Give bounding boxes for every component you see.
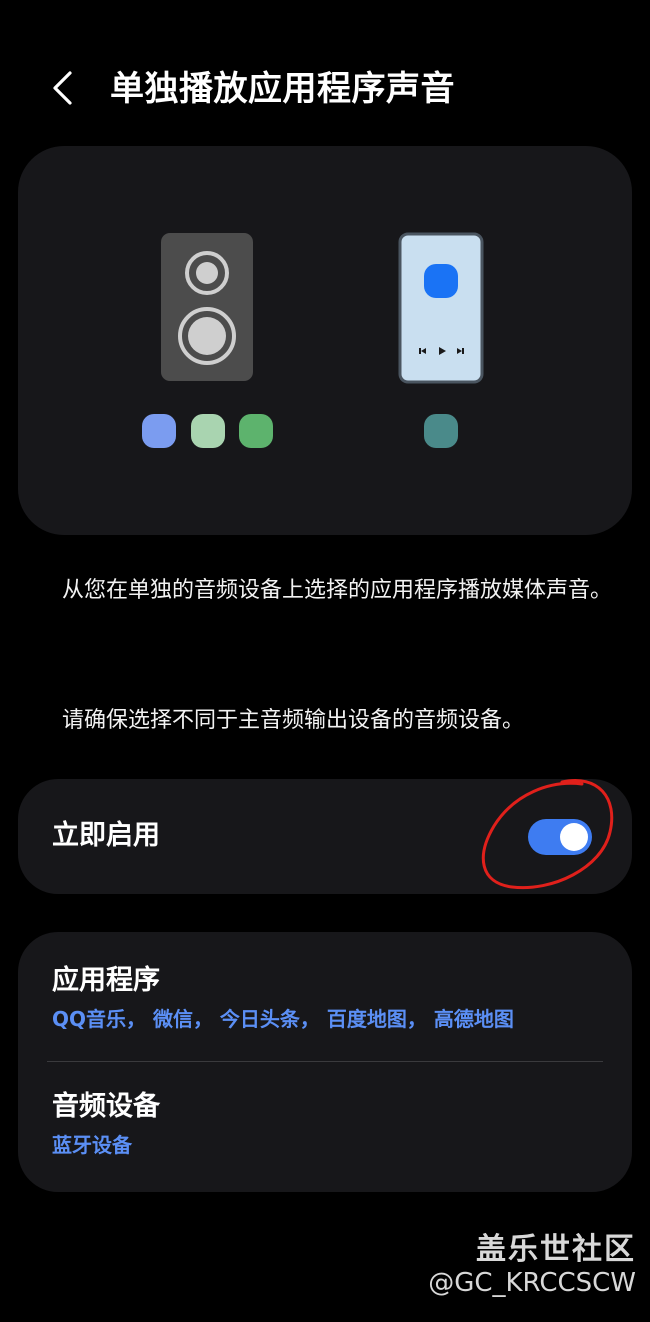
warning-text: 请确保选择不同于主音频输出设备的音频设备。 <box>62 708 525 733</box>
color-dot <box>142 414 176 448</box>
toggle-knob <box>560 823 588 851</box>
apps-title: 应用程序 <box>52 965 160 996</box>
illustration-card <box>18 146 632 535</box>
speaker-icon <box>161 233 253 381</box>
settings-group: 应用程序 QQ音乐， 微信， 今日头条， 百度地图， 高德地图 音频设备 蓝牙设… <box>18 932 632 1192</box>
enable-now-label: 立即启用 <box>52 820 160 851</box>
enable-now-row[interactable]: 立即启用 <box>18 779 632 894</box>
phone-icon <box>398 232 484 384</box>
apps-setting-item[interactable]: 应用程序 QQ音乐， 微信， 今日头条， 百度地图， 高德地图 <box>18 944 632 1062</box>
page-title: 单独播放应用程序声音 <box>110 69 455 109</box>
divider <box>47 1061 603 1062</box>
description-text: 从您在单独的音频设备上选择的应用程序播放媒体声音。 <box>62 578 613 603</box>
apps-value: QQ音乐， 微信， 今日头条， 百度地图， 高德地图 <box>52 1007 514 1031</box>
watermark-handle: @GC_KRCCSCW <box>428 1268 636 1298</box>
audio-device-setting-item[interactable]: 音频设备 蓝牙设备 <box>18 1070 632 1188</box>
enable-now-toggle[interactable] <box>528 819 592 855</box>
watermark-brand: 盖乐世社区 <box>476 1232 636 1267</box>
color-dot <box>191 414 225 448</box>
audio-device-value: 蓝牙设备 <box>52 1133 132 1157</box>
audio-routing-illustration <box>142 232 484 448</box>
audio-device-title: 音频设备 <box>52 1091 160 1122</box>
color-dot <box>424 414 458 448</box>
chevron-left-icon <box>53 71 72 105</box>
back-button[interactable] <box>38 60 88 116</box>
color-dot <box>239 414 273 448</box>
app-bar: 单独播放应用程序声音 <box>0 50 650 130</box>
